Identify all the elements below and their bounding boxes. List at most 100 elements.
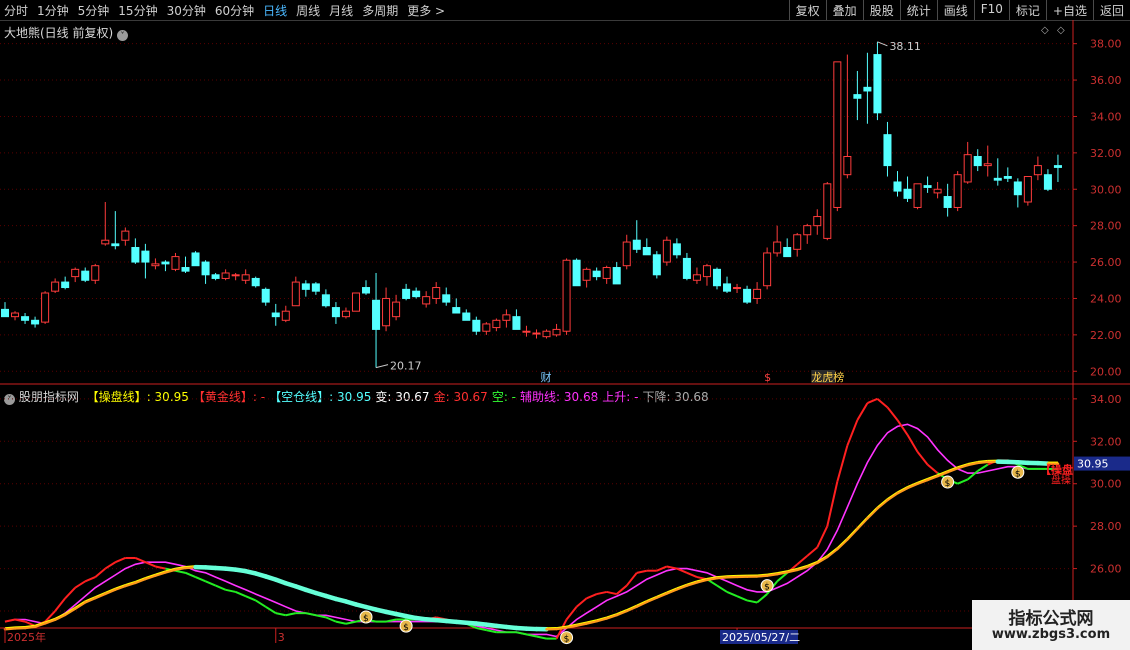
operate-line-segment xyxy=(866,507,879,520)
gold-line-segment xyxy=(816,525,829,548)
candle-body xyxy=(482,323,491,332)
y-tick-label: 28.00 xyxy=(1090,520,1122,533)
date-label: 2025年 xyxy=(7,630,46,644)
gold-line-segment xyxy=(957,478,969,485)
gold-line-segment xyxy=(906,434,919,453)
money-bag-symbol: $ xyxy=(403,623,409,633)
gold-line-segment xyxy=(84,576,96,583)
gold-line-segment xyxy=(636,569,648,574)
y-tick-label: 22.00 xyxy=(1090,329,1122,342)
candle-body xyxy=(793,234,802,250)
candle-body xyxy=(241,274,250,281)
candle-body xyxy=(171,256,180,270)
y-tick-label: 28.00 xyxy=(1090,220,1122,233)
candle-body xyxy=(11,312,20,318)
money-bag-symbol: $ xyxy=(1015,469,1021,479)
high-label: 38.11 xyxy=(889,40,921,53)
candle-body xyxy=(562,259,571,332)
candle-body xyxy=(612,267,621,285)
candle-body xyxy=(813,216,822,227)
candle-body xyxy=(211,274,220,279)
candle-body xyxy=(472,319,481,332)
candle-body xyxy=(692,274,701,281)
candle-body xyxy=(0,308,10,318)
gold-line-segment xyxy=(225,588,236,593)
candle-body xyxy=(301,283,310,290)
operate-line-segment xyxy=(826,547,839,559)
candle-body xyxy=(592,270,601,278)
candle-body xyxy=(21,316,30,321)
candle-body xyxy=(973,156,982,167)
candle-body xyxy=(823,183,832,239)
candle-body xyxy=(522,330,531,333)
candle-body xyxy=(221,272,230,279)
candle-body xyxy=(983,163,992,167)
candle-body xyxy=(893,181,902,192)
date-label: 3 xyxy=(278,631,285,644)
y-tick-label: 26.00 xyxy=(1090,563,1122,576)
high-pointer xyxy=(877,41,888,47)
gold-line-segment xyxy=(826,481,839,527)
gold-line-segment xyxy=(625,572,638,587)
gold-line-segment xyxy=(916,451,929,466)
price-chart[interactable]: 20.00 22.00 24.00 26.00 28.00 30.00 32.00 34.00… xyxy=(0,0,1130,650)
operate-line-segment xyxy=(876,498,889,510)
gold-line-segment xyxy=(746,599,758,604)
candle-body xyxy=(141,250,150,263)
y-tick-label: 38.00 xyxy=(1090,38,1122,51)
event-marker: 财 xyxy=(541,370,552,384)
operate-line-segment xyxy=(976,460,989,465)
candle-body xyxy=(712,268,722,287)
gold-line-segment xyxy=(565,606,578,621)
operate-line-highlight xyxy=(846,527,858,539)
event-marker: 龙虎榜 xyxy=(811,370,844,384)
gold-line-segment xyxy=(586,593,598,600)
gold-line-segment xyxy=(175,569,186,574)
gold-line-segment xyxy=(886,406,899,421)
y-tick-label: 26.00 xyxy=(1090,256,1122,269)
gold-line-segment xyxy=(575,597,588,608)
gold-line-segment xyxy=(134,557,146,564)
gold-line-segment xyxy=(54,597,66,612)
candle-body xyxy=(251,277,260,287)
y-tick-label: 30.00 xyxy=(1090,478,1122,491)
candle-body xyxy=(1053,165,1062,168)
candle-body xyxy=(231,274,240,277)
candle-body xyxy=(261,288,270,303)
gold-line-segment xyxy=(74,580,86,589)
candle-body xyxy=(773,241,782,254)
y-tick-label: 30.00 xyxy=(1090,183,1122,196)
gold-line-segment xyxy=(876,398,889,409)
candle-body xyxy=(622,241,631,267)
gold-line-segment xyxy=(235,591,247,598)
low-label: 20.17 xyxy=(390,360,422,373)
candle-body xyxy=(843,156,852,176)
operate-line-segment xyxy=(715,576,729,580)
operate-line-segment xyxy=(23,625,37,630)
gold-line-segment xyxy=(796,555,808,566)
y-tick-label: 32.00 xyxy=(1090,147,1122,160)
candle-body xyxy=(91,265,100,281)
operate-line-highlight xyxy=(857,516,868,528)
candle-body xyxy=(31,319,40,325)
candle-body xyxy=(963,154,972,183)
operate-line-highlight xyxy=(867,506,878,518)
y-tick-label: 32.00 xyxy=(1090,435,1122,448)
candle-body xyxy=(903,188,912,199)
operate-line-segment xyxy=(886,492,899,502)
operate-line-highlight xyxy=(836,537,848,548)
gold-line-segment xyxy=(756,593,768,604)
candle-body xyxy=(552,328,561,336)
gold-line-segment xyxy=(195,576,206,583)
candle-body xyxy=(883,134,892,167)
y-tick-label: 34.00 xyxy=(1090,110,1122,123)
operate-line-segment xyxy=(836,538,849,551)
candle-body xyxy=(743,288,752,303)
gold-line-segment xyxy=(64,587,76,599)
candle-body xyxy=(81,270,90,281)
candle-body xyxy=(853,94,862,99)
gold-line-segment xyxy=(967,470,979,481)
candle-body xyxy=(492,319,501,329)
operate-line-segment xyxy=(856,517,869,531)
candle-body xyxy=(131,247,140,263)
